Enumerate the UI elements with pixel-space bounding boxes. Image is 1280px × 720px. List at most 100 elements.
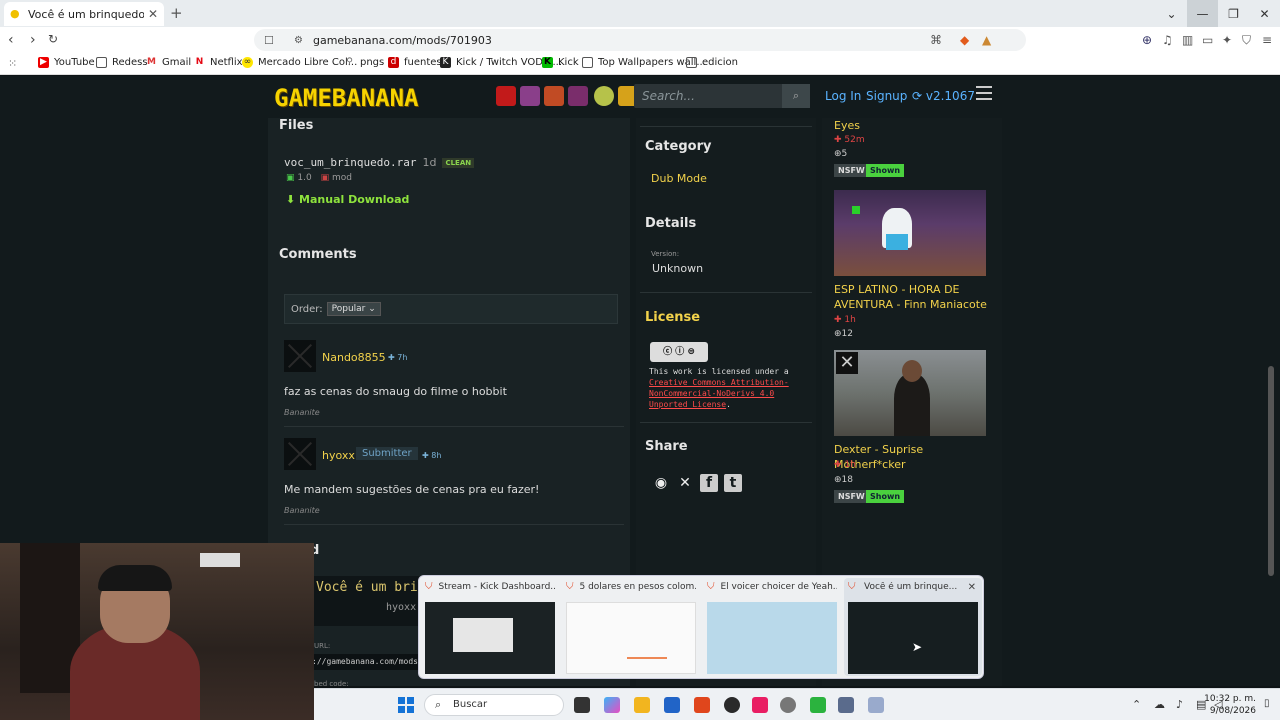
page-scrollbar[interactable]	[1268, 366, 1274, 576]
close-preview-icon[interactable]: ✕	[968, 582, 976, 593]
mod-url-field[interactable]: ://gamebanana.com/mods/	[312, 654, 432, 670]
game-icon-1[interactable]	[496, 86, 516, 106]
minimize-button[interactable]: —	[1187, 0, 1218, 27]
related-thumbnail[interactable]	[834, 190, 986, 276]
bookmark-fuentes[interactable]: d fuentes	[388, 57, 442, 68]
wallet-icon[interactable]: ▭	[1202, 33, 1213, 47]
address-bar[interactable]: ☐ ⚙ gamebanana.com/mods/701903	[254, 29, 1026, 51]
settings-icon[interactable]	[780, 697, 796, 713]
cc-license-icon[interactable]: ⓒ ⓘ ⊜	[650, 342, 708, 362]
brave-taskbar-icon[interactable]	[694, 697, 710, 713]
app-icon[interactable]	[868, 697, 884, 713]
related-title[interactable]: Eyes	[834, 118, 994, 133]
order-select[interactable]: Popular ⌄	[326, 302, 381, 316]
preview-window[interactable]: ⛉ 5 dolares en pesos colom...	[562, 578, 700, 676]
browser-tab-active[interactable]: ● Você é um brinquedo! (DUB PT ✕	[4, 2, 164, 26]
related-title[interactable]: Dexter - Suprise Motherf*cker	[834, 442, 994, 472]
search-icon[interactable]: ⌕	[782, 84, 810, 108]
reddit-icon[interactable]: ◉	[652, 474, 670, 492]
gamebanana-logo[interactable]: GAMEBANANA	[274, 84, 419, 112]
mouse-cursor-icon: ➤	[912, 640, 923, 654]
embed-title: Você é um brin	[316, 580, 426, 595]
taskbar-search[interactable]: ⌕ Buscar	[424, 694, 564, 716]
store-icon[interactable]	[664, 697, 680, 713]
apps-icon[interactable]: ⁙	[8, 57, 17, 70]
facebook-icon[interactable]: f	[700, 474, 718, 492]
forward-icon[interactable]: ›	[30, 32, 36, 48]
preview-window[interactable]: ⛉ El voicer choicer de Yeah...	[703, 578, 841, 676]
task-view-icon[interactable]	[574, 697, 590, 713]
bookmark-kick[interactable]: K Kick	[542, 57, 579, 68]
translate-icon[interactable]: ⌘	[930, 33, 942, 47]
comment-text: faz as cenas do smaug do filme o hobbit	[284, 385, 507, 398]
bookmark-youtube[interactable]: ▶ YouTube	[38, 57, 95, 68]
bookmark-icon[interactable]: ☐	[264, 34, 278, 47]
maximize-button[interactable]: ❐	[1218, 0, 1249, 27]
license-link[interactable]: Creative Commons Attribution-NonCommerci…	[649, 378, 789, 409]
bookmark-edicion[interactable]: edicion	[686, 57, 738, 68]
shown-badge[interactable]: Shown	[866, 164, 905, 177]
app-icon[interactable]	[838, 697, 854, 713]
bookmark-redess[interactable]: Redess	[96, 57, 148, 68]
taskbar-clock[interactable]: 10:32 p. m. 9/08/2026	[1204, 693, 1256, 717]
preview-window-active[interactable]: ⛉ Você é um brinque... ✕ ➤	[844, 578, 982, 676]
bookmark-mercadolibre[interactable]: ∞ Mercado Libre Col...	[242, 57, 357, 68]
related-thumbnail[interactable]: ✕	[834, 350, 986, 436]
download-icon[interactable]: ⊕	[1142, 33, 1152, 47]
related-title[interactable]: ESP LATINO - HORA DE AVENTURA - Finn Man…	[834, 282, 994, 312]
folder-icon	[96, 57, 107, 68]
menu-icon[interactable]: ≡	[1262, 33, 1272, 47]
login-link[interactable]: Log In	[825, 89, 861, 103]
comment-rank: Bananite	[284, 408, 320, 417]
tray-chevron-icon[interactable]: ⌃	[1132, 698, 1141, 711]
tiktok-icon[interactable]	[752, 697, 768, 713]
site-header: GAMEBANANA Search... ⌕ Log In Signup ⟳ v…	[268, 76, 1002, 118]
kick-taskbar-icon[interactable]	[810, 697, 826, 713]
category-link[interactable]: Dub Mode	[651, 172, 707, 185]
hamburger-menu-icon[interactable]	[976, 86, 992, 102]
url-text: gamebanana.com/mods/701903	[312, 33, 492, 47]
file-explorer-icon[interactable]	[634, 697, 650, 713]
avatar[interactable]	[284, 340, 316, 372]
avatar[interactable]	[284, 438, 316, 470]
notification-icon[interactable]: ▯	[1264, 698, 1270, 709]
comment-user[interactable]: hyoxx	[322, 449, 355, 462]
comment-user[interactable]: Nando8855	[322, 351, 386, 364]
preview-window[interactable]: ⛉ Stream - Kick Dashboard...	[421, 578, 559, 676]
game-icon-5[interactable]	[594, 86, 614, 106]
obs-icon[interactable]	[724, 697, 740, 713]
brave-rewards-icon[interactable]: ▲	[982, 33, 991, 47]
tumblr-icon[interactable]: t	[724, 474, 742, 492]
windows-start-icon[interactable]	[398, 697, 414, 713]
music-icon[interactable]: ♫	[1162, 33, 1173, 47]
bookmark-gmail[interactable]: M Gmail	[146, 57, 191, 68]
bookmark-netflix[interactable]: N Netflix	[194, 57, 243, 68]
tab-search-icon[interactable]: ⌄	[1156, 0, 1187, 27]
signup-link[interactable]: Signup	[866, 89, 907, 103]
mic-icon[interactable]: ♪	[1176, 698, 1183, 711]
close-window-button[interactable]: ✕	[1249, 0, 1280, 27]
vpn-icon[interactable]: ⛉	[1242, 33, 1251, 48]
manual-download-button[interactable]: ⬇ Manual Download	[286, 193, 409, 206]
copilot-icon[interactable]	[604, 697, 620, 713]
close-tab-icon[interactable]: ✕	[148, 7, 158, 21]
x-twitter-icon[interactable]: ✕	[676, 474, 694, 492]
back-icon[interactable]: ‹	[8, 32, 14, 48]
version-link[interactable]: ⟳ v2.1067	[912, 89, 975, 103]
bookmark-pngs[interactable]: ⚲ pngs	[344, 57, 384, 68]
image-icon	[582, 57, 593, 68]
sidebar-icon[interactable]: ▥	[1182, 33, 1193, 47]
reload-icon[interactable]: ↻	[48, 32, 58, 46]
game-icon-2[interactable]	[520, 86, 540, 106]
leo-icon[interactable]: ✦	[1222, 33, 1232, 47]
brave-shield-icon[interactable]: ◆	[960, 33, 969, 47]
site-info-icon[interactable]: ⚙	[294, 35, 303, 46]
brave-icon: ⛉	[425, 582, 433, 592]
game-icon-3[interactable]	[544, 86, 564, 106]
game-icon-4[interactable]	[568, 86, 588, 106]
new-tab-button[interactable]: +	[170, 4, 183, 22]
file-meta: ▣ 1.0 ▣ mod	[286, 173, 352, 183]
related-time: ✚ 1h	[834, 460, 856, 470]
onedrive-icon[interactable]: ☁	[1154, 698, 1165, 711]
shown-badge[interactable]: Shown	[866, 490, 905, 503]
